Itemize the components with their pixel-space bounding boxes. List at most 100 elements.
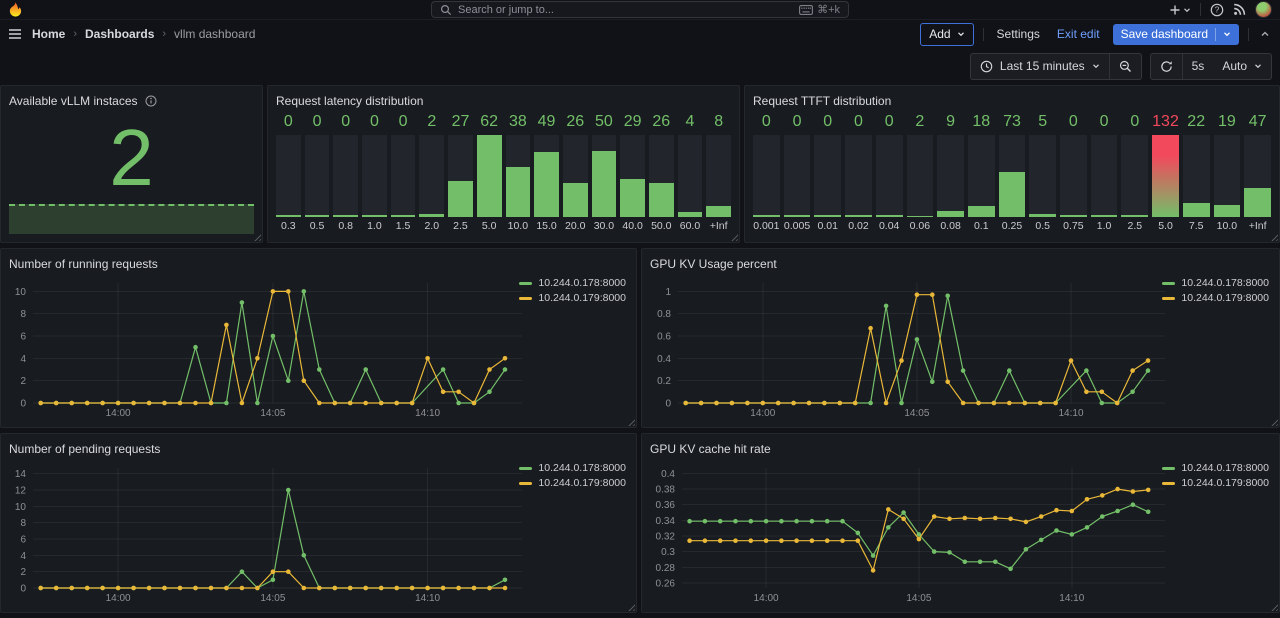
bar-value: 5 bbox=[1029, 112, 1056, 131]
menu-toggle-button[interactable] bbox=[8, 28, 22, 40]
bar-value: 0 bbox=[305, 112, 330, 131]
bar-track bbox=[999, 135, 1026, 217]
refresh-interval-picker[interactable]: Auto bbox=[1213, 54, 1271, 79]
add-new-button[interactable] bbox=[1169, 4, 1191, 16]
zoom-out-button[interactable] bbox=[1110, 54, 1141, 79]
bar-gauge: 00.300.500.801.001.522.0272.5625.03810.0… bbox=[276, 112, 731, 234]
info-icon[interactable] bbox=[145, 95, 157, 107]
search-placeholder: Search or jump to... bbox=[458, 4, 793, 16]
breadcrumb-home[interactable]: Home bbox=[32, 27, 65, 41]
legend-item[interactable]: 10.244.0.178:8000 bbox=[519, 462, 626, 474]
svg-text:14:10: 14:10 bbox=[1059, 593, 1084, 604]
bar-label: 0.5 bbox=[305, 217, 330, 234]
bar-gauge-column: 8+Inf bbox=[706, 112, 731, 234]
refresh-button[interactable] bbox=[1151, 54, 1182, 79]
bar-value: 49 bbox=[534, 112, 559, 131]
bar-label: 10.0 bbox=[506, 217, 531, 234]
legend-item[interactable]: 10.244.0.178:8000 bbox=[1162, 462, 1269, 474]
bar-fill bbox=[1029, 214, 1056, 217]
legend-label: 10.244.0.179:8000 bbox=[1181, 477, 1269, 489]
help-icon: ? bbox=[1210, 3, 1224, 17]
svg-text:0.38: 0.38 bbox=[656, 485, 676, 496]
bar-fill bbox=[506, 167, 531, 217]
legend-item[interactable]: 10.244.0.179:8000 bbox=[519, 292, 626, 304]
breadcrumb-dashboards[interactable]: Dashboards bbox=[85, 27, 154, 41]
news-button[interactable] bbox=[1233, 3, 1246, 16]
bar-value: 9 bbox=[937, 112, 964, 131]
panel-title[interactable]: GPU KV cache hit rate bbox=[650, 442, 1271, 456]
collapse-toolbar-button[interactable] bbox=[1258, 29, 1272, 39]
legend-label: 10.244.0.178:8000 bbox=[538, 277, 626, 289]
chevron-down-icon bbox=[1183, 6, 1191, 14]
bar-label: 0.5 bbox=[1029, 217, 1056, 234]
legend-item[interactable]: 10.244.0.178:8000 bbox=[519, 277, 626, 289]
legend-label: 10.244.0.179:8000 bbox=[538, 292, 626, 304]
bar-value: 50 bbox=[592, 112, 617, 131]
chevron-down-icon bbox=[1092, 62, 1100, 70]
bar-label: 2.5 bbox=[448, 217, 473, 234]
bar-fill bbox=[534, 152, 559, 217]
bar-gauge: 00.00100.00500.0100.0200.0420.0690.08180… bbox=[753, 112, 1271, 234]
bar-fill bbox=[876, 215, 903, 217]
svg-text:14:00: 14:00 bbox=[750, 408, 775, 419]
bar-fill bbox=[620, 179, 645, 217]
svg-text:0.3: 0.3 bbox=[661, 547, 675, 558]
bar-gauge-column: 180.1 bbox=[968, 112, 995, 234]
grafana-logo[interactable] bbox=[8, 2, 23, 18]
legend-item[interactable]: 10.244.0.179:8000 bbox=[1162, 477, 1269, 489]
bar-value: 0 bbox=[391, 112, 416, 131]
exit-edit-button[interactable]: Exit edit bbox=[1053, 24, 1104, 45]
actions-divider bbox=[983, 28, 984, 41]
bar-gauge-column: 3810.0 bbox=[506, 112, 531, 234]
bar-label: +Inf bbox=[1244, 217, 1271, 234]
panel-title[interactable]: Number of running requests bbox=[9, 257, 628, 271]
bar-label: 0.25 bbox=[999, 217, 1026, 234]
bar-value: 0 bbox=[276, 112, 301, 131]
user-avatar[interactable] bbox=[1255, 1, 1272, 18]
bar-value: 18 bbox=[968, 112, 995, 131]
chevron-down-icon bbox=[1223, 30, 1231, 38]
bar-value: 26 bbox=[649, 112, 674, 131]
panel-title[interactable]: Request latency distribution bbox=[276, 94, 731, 108]
panel-title[interactable]: Number of pending requests bbox=[9, 442, 628, 456]
bar-value: 2 bbox=[907, 112, 934, 131]
bar-gauge-column: 2940.0 bbox=[620, 112, 645, 234]
bar-fill bbox=[814, 215, 841, 217]
bar-fill bbox=[362, 215, 387, 217]
chart-legend: 10.244.0.178:8000 10.244.0.179:8000 bbox=[519, 462, 626, 489]
add-panel-button[interactable]: Add bbox=[920, 23, 973, 46]
bar-value: 26 bbox=[563, 112, 588, 131]
bar-label: 0.06 bbox=[907, 217, 934, 234]
search-shortcut: ⌘+k bbox=[799, 3, 840, 16]
bar-track bbox=[391, 135, 416, 217]
legend-item[interactable]: 10.244.0.179:8000 bbox=[1162, 292, 1269, 304]
legend-item[interactable]: 10.244.0.178:8000 bbox=[1162, 277, 1269, 289]
bar-value: 0 bbox=[784, 112, 811, 131]
keyboard-icon bbox=[799, 5, 813, 15]
bar-track bbox=[706, 135, 731, 217]
svg-text:10: 10 bbox=[15, 502, 27, 513]
chart-legend: 10.244.0.178:8000 10.244.0.179:8000 bbox=[1162, 462, 1269, 489]
panel-running-requests: Number of running requests 024681014:001… bbox=[0, 248, 637, 428]
bar-track bbox=[1091, 135, 1118, 217]
legend-item[interactable]: 10.244.0.179:8000 bbox=[519, 477, 626, 489]
help-button[interactable]: ? bbox=[1210, 3, 1224, 17]
svg-text:10: 10 bbox=[15, 287, 27, 298]
bar-track bbox=[333, 135, 358, 217]
search-input[interactable]: Search or jump to... ⌘+k bbox=[431, 1, 849, 18]
bar-track bbox=[968, 135, 995, 217]
panel-title[interactable]: GPU KV Usage percent bbox=[650, 257, 1271, 271]
svg-text:0: 0 bbox=[20, 399, 26, 410]
settings-button[interactable]: Settings bbox=[993, 24, 1044, 45]
panel-title[interactable]: Available vLLM instaces bbox=[9, 94, 254, 108]
refresh-interval-value[interactable]: 5s bbox=[1183, 54, 1214, 79]
zoom-out-icon bbox=[1119, 60, 1132, 73]
panel-title[interactable]: Request TTFT distribution bbox=[753, 94, 1271, 108]
bar-gauge-column: 00.02 bbox=[845, 112, 872, 234]
bar-label: 15.0 bbox=[534, 217, 559, 234]
bar-value: 0 bbox=[814, 112, 841, 131]
save-dashboard-button[interactable]: Save dashboard bbox=[1113, 24, 1239, 45]
bar-gauge-column: 00.8 bbox=[333, 112, 358, 234]
time-range-picker[interactable]: Last 15 minutes bbox=[971, 54, 1109, 79]
legend-swatch-icon bbox=[519, 467, 532, 470]
